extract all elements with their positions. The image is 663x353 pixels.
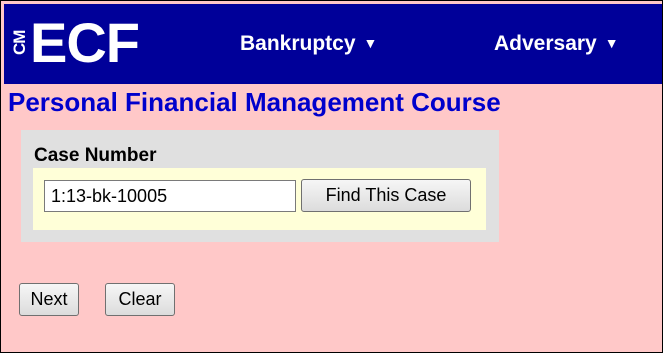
menu-adversary-label: Adversary — [494, 32, 597, 55]
menu-bankruptcy-label: Bankruptcy — [240, 32, 356, 55]
next-button[interactable]: Next — [19, 283, 79, 316]
case-search-panel: Case Number Find This Case — [21, 130, 499, 242]
chevron-down-icon: ▼ — [363, 35, 378, 51]
menu-adversary[interactable]: Adversary ▼ — [494, 32, 619, 56]
logo-ecf-text: ECF — [30, 11, 140, 74]
logo-cm-text: CM — [10, 30, 29, 56]
top-nav-bar: CM ECF Bankruptcy ▼ Adversary ▼ — [4, 4, 662, 84]
clear-button[interactable]: Clear — [105, 283, 175, 316]
case-search-box: Find This Case — [33, 168, 486, 230]
page-frame: CM ECF Bankruptcy ▼ Adversary ▼ Personal F… — [0, 0, 663, 353]
case-number-input[interactable] — [44, 180, 296, 212]
chevron-down-icon: ▼ — [604, 35, 619, 51]
case-number-label: Case Number — [34, 145, 157, 166]
page-title: Personal Financial Management Course — [8, 87, 501, 117]
find-case-button[interactable]: Find This Case — [301, 179, 471, 212]
menu-bankruptcy[interactable]: Bankruptcy ▼ — [240, 32, 377, 56]
